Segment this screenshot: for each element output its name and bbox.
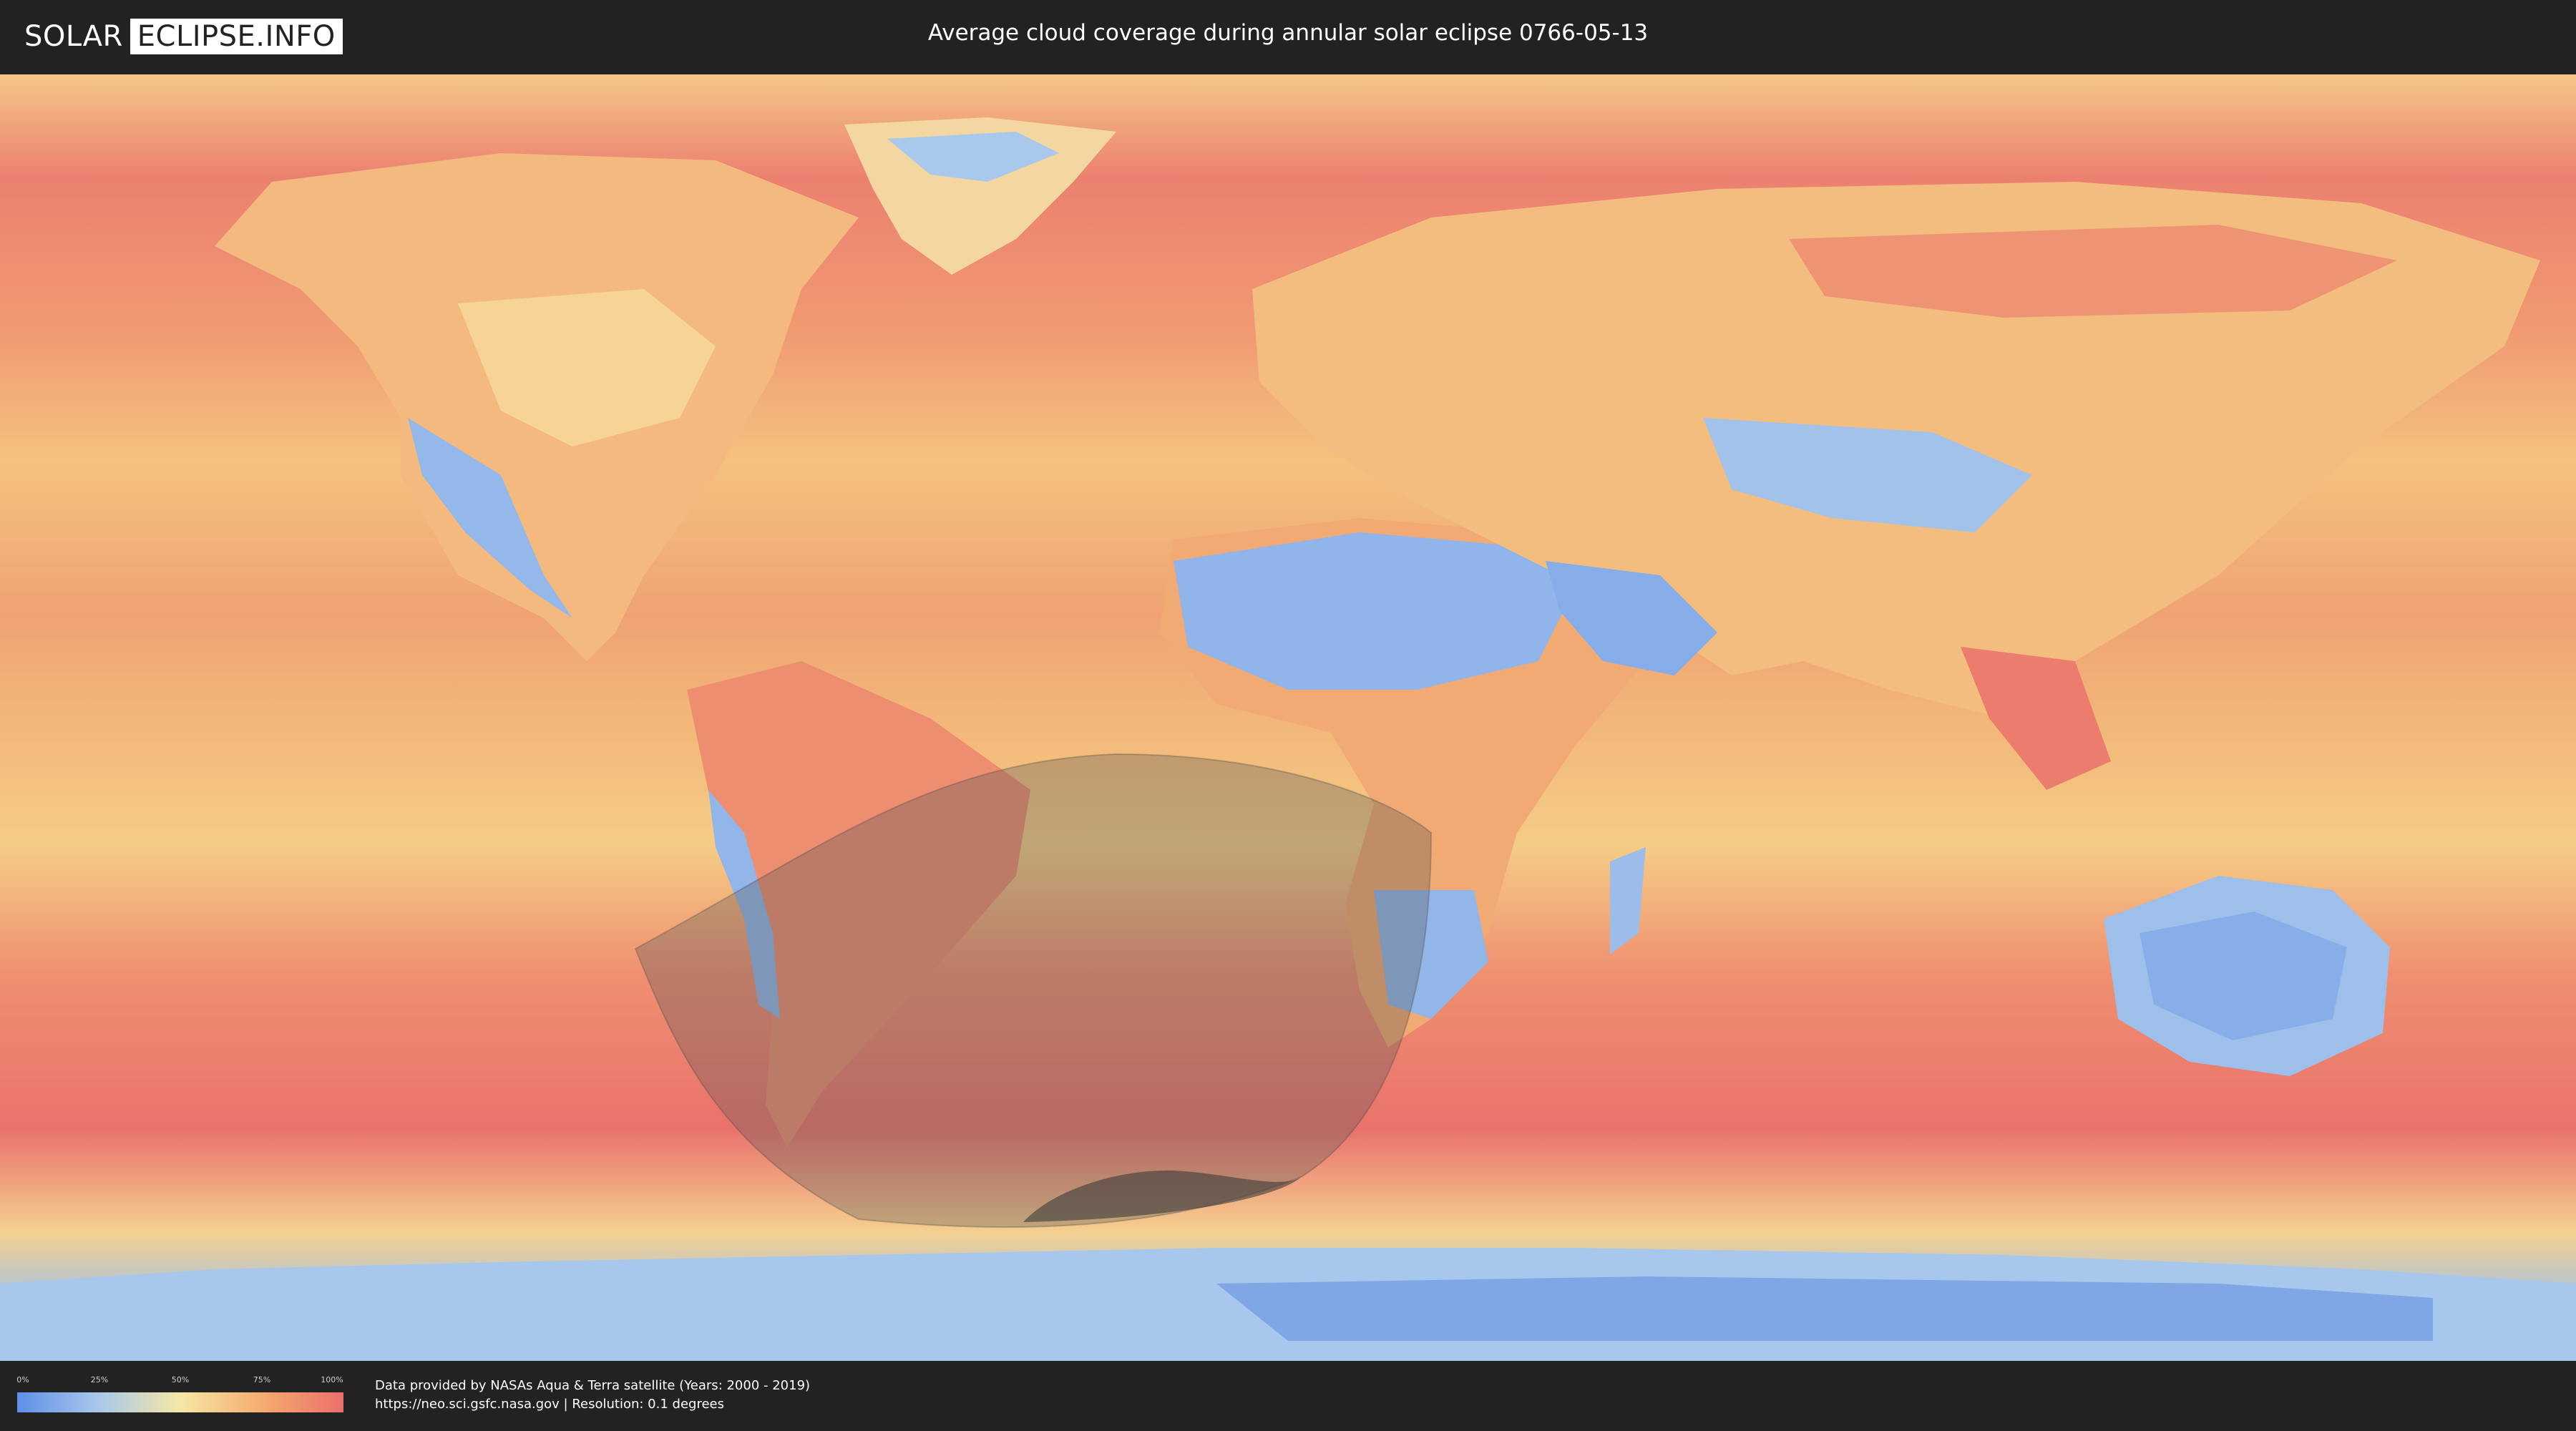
header-bar: SOLAR ECLIPSE.INFO Average cloud coverag…: [0, 0, 2576, 72]
page-title: Average cloud coverage during annular so…: [927, 20, 1649, 46]
data-credit-line1: Data provided by NASAs Aqua & Terra sate…: [375, 1378, 811, 1393]
data-credit-line2: https://neo.sci.gsfc.nasa.gov | Resoluti…: [375, 1397, 724, 1412]
cloud-coverage-legend-bar: [17, 1392, 343, 1412]
legend-tick-25: 25%: [90, 1375, 109, 1384]
legend-tick-100: 100%: [321, 1375, 343, 1384]
world-map-svg: [0, 74, 2576, 1361]
sahara-clear-area: [1174, 532, 1574, 690]
legend-tick-50: 50%: [171, 1375, 190, 1384]
cloud-coverage-map[interactable]: [0, 74, 2576, 1361]
antarctica-clear-core: [1216, 1276, 2433, 1341]
legend-tick-0: 0%: [16, 1375, 29, 1384]
footer-bar: [0, 1361, 2576, 1431]
legend-tick-75: 75%: [253, 1375, 271, 1384]
